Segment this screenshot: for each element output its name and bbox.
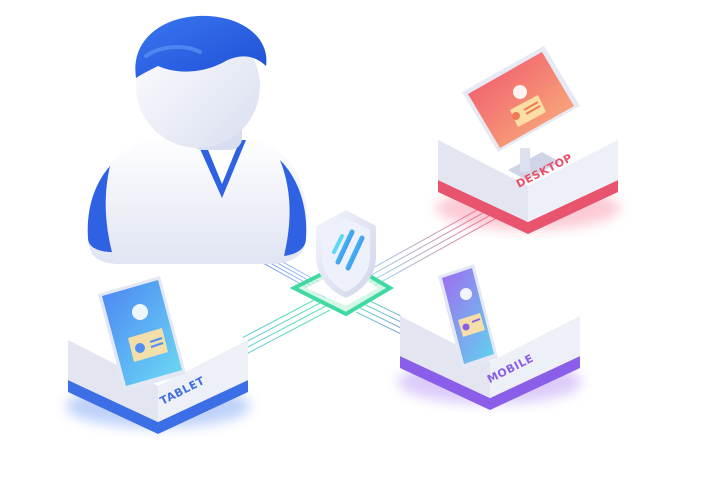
desktop-node: DESKTOP — [436, 46, 620, 234]
tablet-node: TABLET — [66, 276, 250, 434]
diagram-canvas: DESKTOP TABLET MOBILE — [66, 15, 620, 434]
mobile-node: MOBILE — [398, 264, 582, 410]
user-avatar-icon — [87, 15, 307, 264]
